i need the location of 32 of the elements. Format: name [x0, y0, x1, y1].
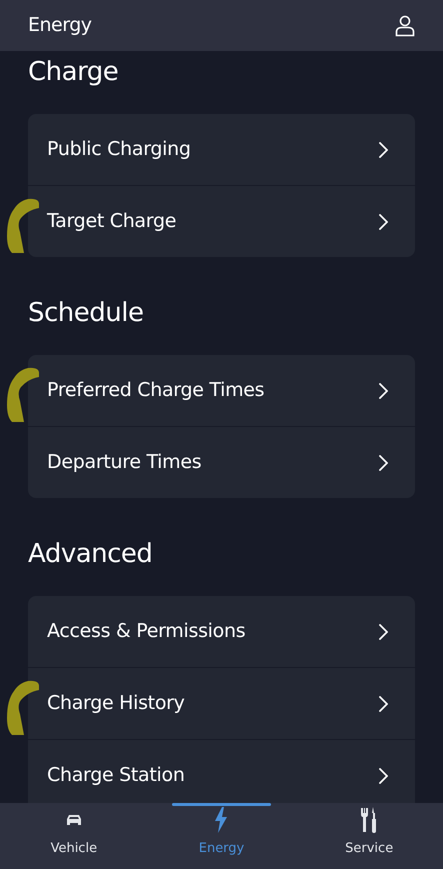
menu-row[interactable]: Public Charging [28, 114, 415, 185]
chevron-icon [379, 382, 388, 398]
menu-row[interactable]: Departure Times [28, 427, 415, 498]
lightning-icon [214, 806, 228, 832]
page-title: Energy [28, 13, 92, 38]
menu-row[interactable]: Charge History [28, 668, 415, 739]
menu-row[interactable]: Access & Permissions [28, 596, 415, 667]
row-label: Departure Times [47, 450, 202, 476]
chevron-icon [379, 768, 388, 784]
row-label: Public Charging [47, 137, 191, 162]
menu-row[interactable]: Target Charge [28, 186, 415, 257]
row-label: Access & Permissions [47, 619, 246, 644]
menu-row[interactable]: Preferred Charge Times [28, 355, 415, 426]
section-title: Schedule [27, 297, 144, 330]
row-label: Preferred Charge Times [47, 378, 264, 404]
row-label: Charge History [47, 691, 185, 716]
chevron-icon [379, 214, 388, 230]
row-label: Target Charge [47, 209, 176, 234]
car-icon [66, 814, 82, 826]
chevron-icon [379, 624, 388, 640]
menu-row[interactable]: Charge Station [28, 740, 415, 803]
nav-tab[interactable]: Service [295, 803, 443, 869]
row-label: Charge Station [47, 763, 185, 788]
tools-icon [360, 806, 378, 832]
chevron-icon [379, 696, 388, 712]
section-title: Advanced [27, 538, 154, 571]
nav-tab[interactable]: Vehicle [0, 803, 148, 869]
chevron-icon [379, 454, 388, 470]
chevron-icon [379, 142, 388, 158]
section-title: Charge [27, 56, 120, 89]
profile-icon[interactable] [395, 14, 415, 36]
nav-tab[interactable]: Energy [148, 803, 296, 869]
